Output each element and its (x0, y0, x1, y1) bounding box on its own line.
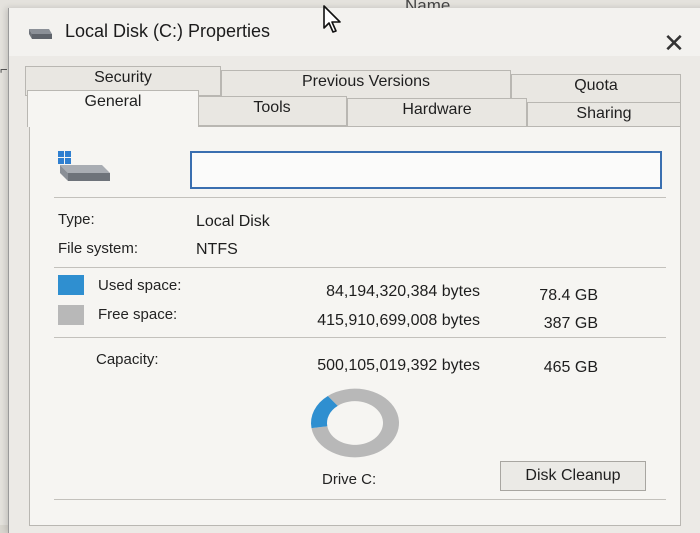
properties-dialog: Local Disk (C:) Properties ✕ Security Pr… (8, 8, 700, 533)
free-space-bytes: 415,910,699,008 bytes (317, 312, 480, 329)
separator (54, 337, 666, 338)
separator (54, 499, 666, 500)
mouse-pointer-icon (322, 4, 344, 39)
capacity-size: 465 GB (543, 359, 598, 376)
dialog-title: Local Disk (C:) Properties (65, 21, 271, 41)
free-space-swatch (58, 305, 84, 325)
disk-usage-chart (311, 388, 399, 458)
general-tab-panel: Type: Local Disk File system: NTFS Used … (29, 126, 681, 526)
file-system-value: NTFS (196, 241, 238, 258)
drive-name-input[interactable] (190, 151, 662, 189)
used-space-bytes: 84,194,320,384 bytes (326, 283, 480, 300)
close-button[interactable]: ✕ (659, 28, 689, 58)
free-space-size: 387 GB (543, 315, 598, 332)
type-value: Local Disk (196, 213, 270, 230)
tab-tools[interactable]: Tools (197, 96, 347, 126)
file-system-label: File system: (58, 240, 139, 257)
drive-icon (56, 149, 112, 188)
separator (54, 267, 666, 268)
tab-hardware[interactable]: Hardware (347, 98, 527, 128)
type-label: Type: (58, 211, 95, 228)
background-edge-fragment: ⌐ (0, 62, 8, 77)
tab-general[interactable]: General (27, 90, 199, 127)
separator (54, 197, 666, 198)
drive-title-icon (27, 25, 53, 46)
tab-quota[interactable]: Quota (511, 74, 681, 104)
title-bar[interactable]: Local Disk (C:) Properties ✕ (9, 8, 700, 58)
free-space-label: Free space: (98, 306, 178, 323)
disk-cleanup-button[interactable]: Disk Cleanup (500, 461, 646, 491)
drive-caption: Drive C: (322, 471, 377, 488)
capacity-bytes: 500,105,019,392 bytes (317, 357, 480, 374)
used-space-label: Used space: (98, 277, 182, 294)
capacity-label: Capacity: (96, 351, 159, 368)
used-space-size: 78.4 GB (539, 287, 598, 304)
used-space-swatch (58, 275, 84, 295)
